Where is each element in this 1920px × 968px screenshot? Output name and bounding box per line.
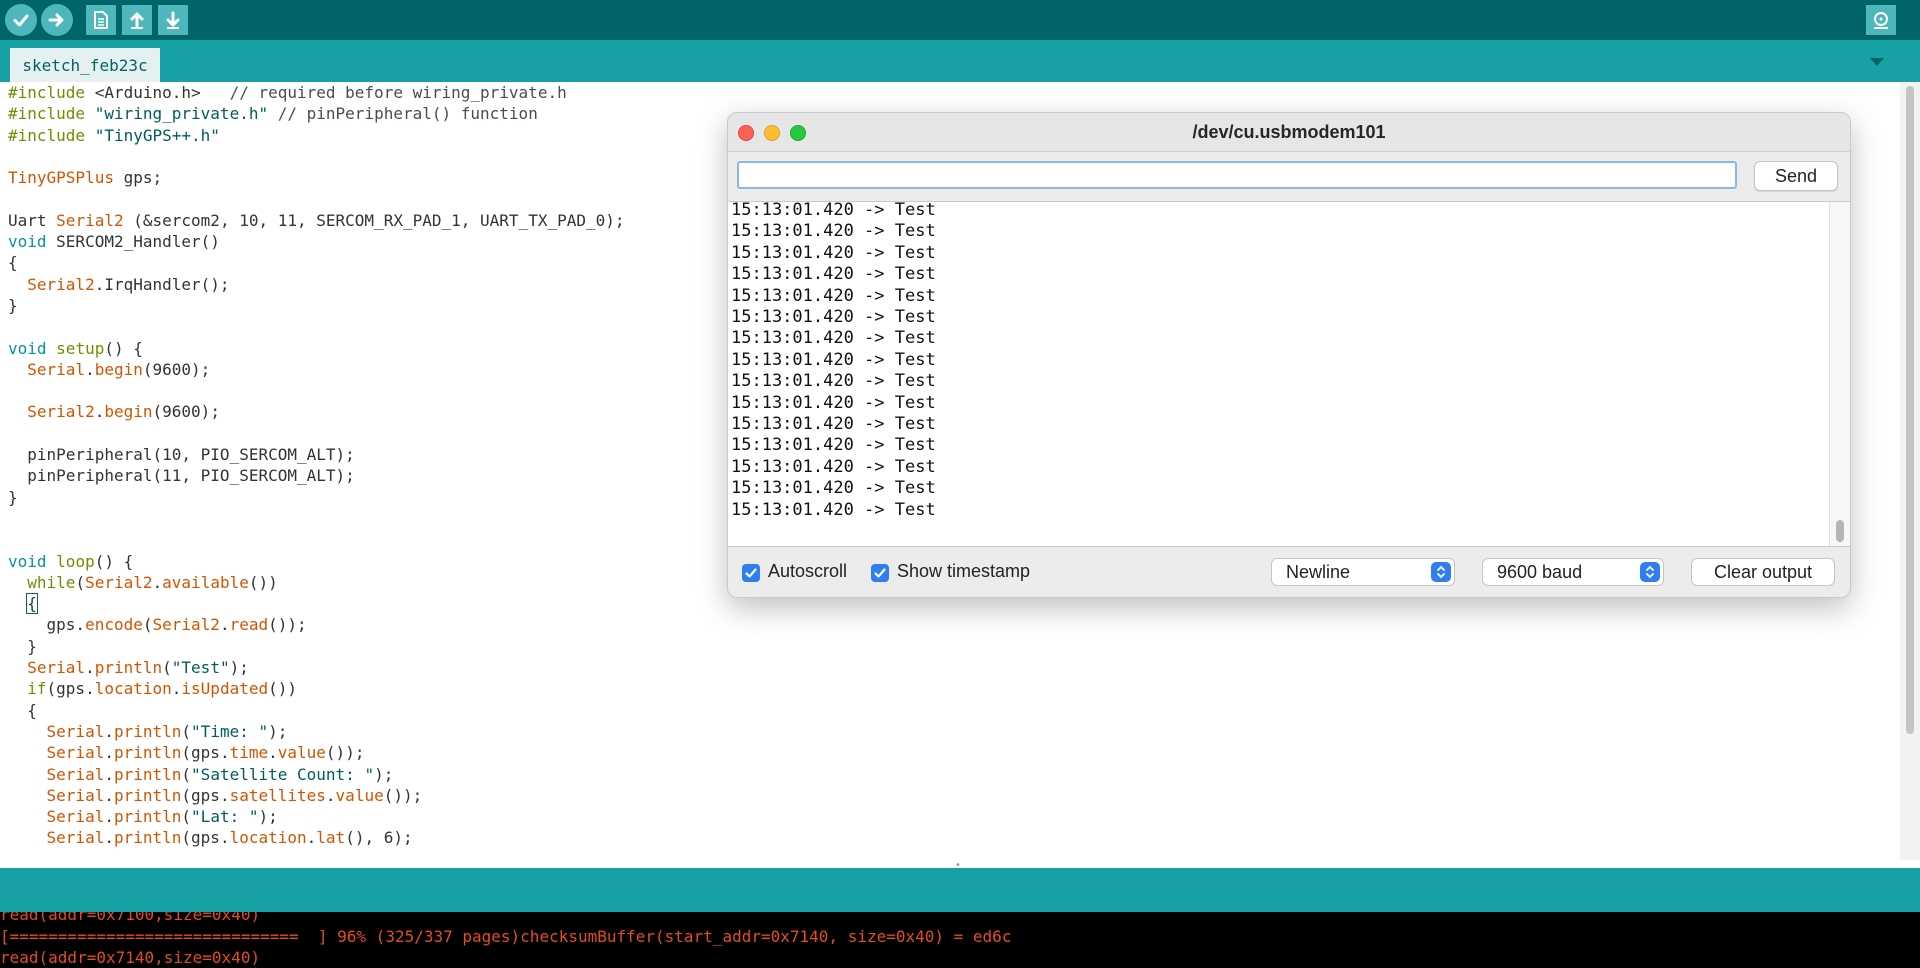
upload-button[interactable] — [41, 4, 73, 36]
code-line: gps.encode(Serial2.read()); — [8, 615, 307, 635]
code-line: } — [8, 295, 18, 315]
serial-output-line: 15:13:01.420 -> Test — [731, 414, 936, 435]
serial-output-line: 15:13:01.420 -> Test — [731, 328, 936, 349]
serial-output-lines: 15:13:01.420 -> Test 15:13:01.420 -> Test… — [728, 201, 936, 521]
include-arduino: Arduino.h — [104, 83, 192, 102]
window-titlebar[interactable]: /dev/cu.usbmodem101 — [728, 113, 1850, 152]
tab-sketch[interactable]: sketch_feb23c — [10, 48, 160, 82]
open-button[interactable] — [122, 5, 152, 35]
code-line: while(Serial2.available()) — [27, 572, 278, 592]
code-line: Serial.begin(9600); — [27, 359, 211, 379]
serial-output-scrollbar-thumb[interactable] — [1836, 520, 1844, 542]
line-ending-value: Newline — [1286, 562, 1351, 582]
serial-output[interactable]: 15:13:01.420 -> Test 15:13:01.420 -> Test… — [728, 201, 1850, 547]
clear-output-button[interactable]: Clear output — [1691, 558, 1835, 586]
code-line: } — [8, 636, 37, 656]
code-line: { — [8, 700, 37, 720]
serial-output-line: 15:13:01.420 -> Test — [731, 242, 936, 263]
code-line: void loop() { — [8, 551, 134, 571]
text-cursor: { — [26, 593, 38, 615]
code-line: void SERCOM2_Handler() — [8, 232, 220, 252]
chevron-down-icon — [1870, 58, 1884, 66]
editor-scrollbar-thumb[interactable] — [1906, 86, 1914, 734]
serial-output-line: 15:13:01.420 -> Test — [731, 478, 936, 499]
serial-output-line: 15:13:01.420 -> Test — [731, 499, 936, 520]
toolbar — [0, 0, 1920, 40]
arrow-up-icon — [130, 12, 144, 29]
serial-output-line: 15:13:01.420 -> Test — [731, 221, 936, 242]
show-timestamp-label[interactable]: Show timestamp — [897, 561, 1030, 582]
code-line: #include "wiring_private.h" // pinPeriph… — [8, 104, 538, 124]
new-sketch-button[interactable] — [86, 5, 116, 35]
checkmark-icon — [874, 568, 886, 578]
code-line: TinyGPSPlus gps; — [8, 168, 163, 188]
code-line: Uart Serial2 (&sercom2, 10, 11, SERCOM_R… — [8, 210, 625, 230]
line-ending-select[interactable]: Newline — [1271, 558, 1455, 586]
serial-output-line: 15:13:01.420 -> Test — [731, 307, 936, 328]
code-line: if(gps.location.isUpdated()) — [27, 679, 298, 699]
checkmark-icon — [745, 568, 757, 578]
magnifier-icon — [1874, 12, 1888, 29]
code-line: Serial.println("Test"); — [27, 658, 249, 678]
verify-button[interactable] — [5, 4, 37, 36]
code-line: Serial.println("Satellite Count: "); — [46, 764, 394, 784]
code-line: pinPeripheral(11, PIO_SERCOM_ALT); — [8, 466, 355, 486]
code-line: pinPeripheral(10, PIO_SERCOM_ALT); — [8, 445, 355, 465]
updown-arrows-icon — [1640, 562, 1660, 582]
baud-rate-value: 9600 baud — [1497, 562, 1583, 582]
arrow-right-icon — [48, 13, 64, 27]
code-line: Serial.println(gps.time.value()); — [46, 743, 365, 763]
tab-label: sketch_feb23c — [22, 55, 148, 75]
console-output[interactable]: read(addr=0x7100,size=0x40) [===========… — [0, 912, 1920, 968]
serial-output-line: 15:13:01.420 -> Test — [731, 371, 936, 392]
serial-monitor-button[interactable] — [1866, 5, 1896, 35]
code-line: #include "TinyGPS++.h" — [8, 125, 220, 145]
serial-output-line: 15:13:01.420 -> Test — [731, 285, 936, 306]
tab-menu-button[interactable] — [1864, 53, 1890, 71]
updown-arrows-icon — [1431, 562, 1451, 582]
serial-output-line: 15:13:01.420 -> Test — [731, 435, 936, 456]
code-line: #include <Arduino.h> // required before … — [8, 83, 567, 102]
console-line: read(addr=0x7140,size=0x40) — [0, 948, 261, 967]
code-text[interactable]: #include <Arduino.h> // required before … — [8, 82, 625, 849]
autoscroll-label[interactable]: Autoscroll — [768, 561, 847, 582]
serial-output-line: 15:13:01.420 -> Test — [731, 456, 936, 477]
code-line: Serial.println(gps.location.lat(), 6); — [46, 828, 413, 848]
baud-rate-select[interactable]: 9600 baud — [1482, 558, 1664, 586]
console-text: read(addr=0x7100,size=0x40) [===========… — [0, 912, 1011, 968]
code-line: void setup() { — [8, 338, 143, 358]
console-line: [============================== ] 96% (3… — [0, 926, 1012, 946]
document-icon — [94, 11, 108, 29]
show-timestamp-checkbox[interactable] — [871, 564, 889, 582]
serial-output-line: 15:13:01.420 -> Test — [731, 264, 936, 285]
serial-send-input[interactable] — [737, 161, 1737, 189]
serial-output-line: 15:13:01.420 -> Test — [731, 201, 936, 220]
send-button[interactable]: Send — [1754, 161, 1838, 191]
code-line: Serial.println(gps.satellites.value()); — [46, 785, 423, 805]
code-line: Serial.println("Lat: "); — [46, 807, 278, 827]
code-line: Serial.println("Time: "); — [46, 721, 288, 741]
tab-bar: sketch_feb23c — [0, 40, 1920, 82]
arrow-down-icon — [166, 11, 180, 29]
save-button[interactable] — [158, 5, 188, 35]
code-line: Serial2.begin(9600); — [27, 402, 220, 422]
checkmark-icon — [13, 14, 29, 27]
serial-output-scrollbar[interactable] — [1829, 202, 1850, 546]
console-line: read(addr=0x7100,size=0x40) — [0, 912, 261, 924]
code-line: } — [8, 487, 18, 507]
window-title: /dev/cu.usbmodem101 — [1192, 122, 1386, 142]
code-line: { — [8, 253, 18, 273]
serial-controls: Autoscroll Show timestamp Newline 9600 b… — [728, 546, 1850, 597]
code-line: Serial2.IrqHandler(); — [27, 274, 230, 294]
serial-output-line: 15:13:01.420 -> Test — [731, 349, 936, 370]
code-line: { — [8, 593, 38, 615]
serial-monitor-window: /dev/cu.usbmodem101 Send 15:13:01.420 ->… — [727, 112, 1851, 598]
autoscroll-checkbox[interactable] — [742, 564, 760, 582]
serial-output-line: 15:13:01.420 -> Test — [731, 392, 936, 413]
status-bar — [0, 868, 1920, 912]
